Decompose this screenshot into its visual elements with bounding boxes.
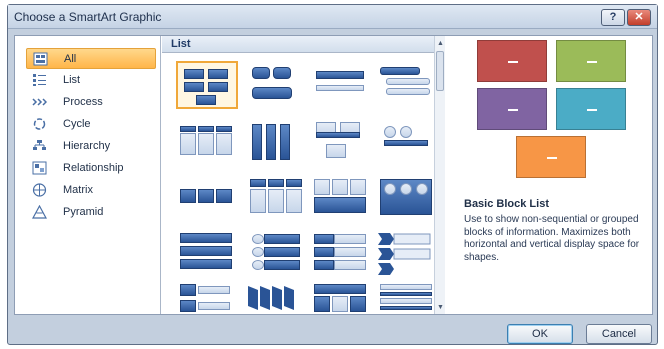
smartart-dialog: Choose a SmartArt Graphic ? ✕ All List P…: [7, 4, 658, 345]
process-icon: [32, 98, 47, 106]
layout-picture-accent-list[interactable]: [376, 175, 438, 223]
ok-button[interactable]: OK: [507, 324, 573, 344]
category-label: Hierarchy: [63, 140, 111, 152]
layout-vertical-block-list[interactable]: [246, 61, 308, 109]
layout-segmented-list[interactable]: [376, 282, 438, 314]
layout-hierarchy-list[interactable]: [310, 282, 372, 314]
preview-description: Use to show non-sequential or grouped bl…: [464, 214, 640, 263]
scroll-down-icon[interactable]: ▼: [437, 304, 444, 311]
pyramid-icon: [32, 205, 47, 219]
all-icon: [33, 52, 48, 66]
layout-stacked-list[interactable]: [310, 61, 372, 109]
hierarchy-icon: [33, 140, 46, 150]
dialog-content: All List Process Cycle Hierarchy Relatio…: [14, 35, 653, 315]
close-button[interactable]: ✕: [627, 9, 651, 26]
category-item-relationship[interactable]: Relationship: [26, 158, 156, 179]
layout-stacked-bullet-list[interactable]: [176, 230, 238, 278]
scroll-thumb[interactable]: [436, 51, 444, 91]
dialog-title: Choose a SmartArt Graphic: [14, 10, 162, 24]
layout-chevron-list[interactable]: [376, 230, 438, 278]
gallery-header: List: [162, 36, 434, 53]
gallery-scrollbar[interactable]: ▲ ▼: [434, 36, 445, 314]
category-label: All: [64, 53, 77, 65]
preview-title: Basic Block List: [464, 198, 549, 210]
category-label: Pyramid: [63, 206, 104, 218]
category-sidebar: All List Process Cycle Hierarchy Relatio…: [15, 36, 161, 314]
category-item-pyramid[interactable]: Pyramid: [26, 202, 156, 223]
preview-pane: Basic Block List Use to show non-sequent…: [446, 36, 652, 314]
preview-box-blue: [556, 88, 626, 130]
title-bar: Choose a SmartArt Graphic ? ✕: [8, 5, 657, 29]
cycle-icon: [33, 118, 46, 130]
layout-gallery: List ▲ ▼: [162, 36, 445, 314]
relationship-icon: [32, 161, 47, 175]
layout-lined-list[interactable]: [376, 61, 438, 109]
category-item-cycle[interactable]: Cycle: [26, 114, 156, 135]
layout-circle-list[interactable]: [376, 118, 438, 166]
gallery-header-label: List: [171, 38, 191, 50]
category-item-all[interactable]: All: [26, 48, 156, 69]
layout-picture-caption-list[interactable]: [310, 118, 372, 166]
preview-image: [464, 40, 650, 200]
layout-vertical-bullet-list[interactable]: [246, 118, 308, 166]
layout-target-list[interactable]: [176, 282, 238, 314]
category-label: Cycle: [63, 118, 91, 130]
category-label: Matrix: [63, 184, 93, 196]
category-item-process[interactable]: Process: [26, 92, 156, 113]
preview-box-red: [477, 40, 547, 82]
category-label: List: [63, 74, 81, 86]
layout-horizontal-list[interactable]: [176, 175, 238, 223]
scroll-up-icon[interactable]: ▲: [437, 40, 444, 47]
help-button[interactable]: ?: [601, 9, 625, 26]
preview-box-purple: [477, 88, 547, 130]
category-label: Relationship: [63, 162, 124, 174]
preview-box-orange: [516, 136, 586, 178]
layout-horizontal-bullet-list[interactable]: [176, 118, 238, 166]
layout-table-list[interactable]: [310, 175, 372, 223]
layout-basic-block-list[interactable]: [176, 61, 238, 109]
matrix-icon: [32, 183, 47, 197]
layout-vertical-arrow-list[interactable]: [246, 282, 308, 314]
layout-trapezoid-list[interactable]: [246, 230, 308, 278]
cancel-button[interactable]: Cancel: [586, 324, 652, 344]
category-label: Process: [63, 96, 103, 108]
list-icon: [33, 74, 46, 86]
preview-box-green: [556, 40, 626, 82]
layout-tab-list[interactable]: [310, 230, 372, 278]
category-item-matrix[interactable]: Matrix: [26, 180, 156, 201]
category-item-hierarchy[interactable]: Hierarchy: [26, 136, 156, 157]
category-item-list[interactable]: List: [26, 70, 156, 91]
layout-grouped-list[interactable]: [246, 175, 308, 223]
